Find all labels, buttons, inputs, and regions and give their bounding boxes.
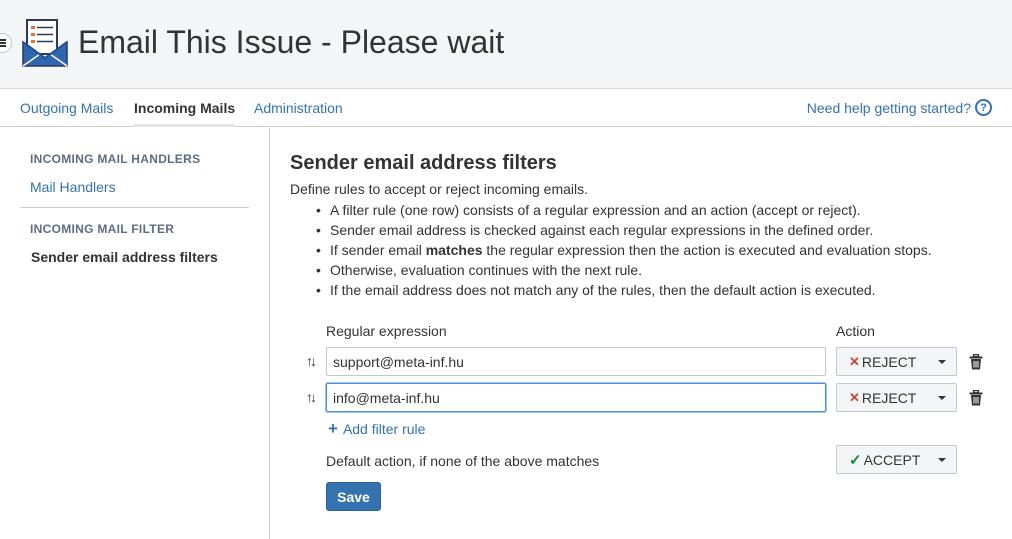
reorder-icon[interactable]: ↑↓ bbox=[302, 389, 318, 405]
column-header-regex: Regular expression bbox=[326, 323, 447, 339]
sidebar-item-mail-handlers[interactable]: Mail Handlers bbox=[30, 179, 116, 195]
sidebar-item-sender-filters[interactable]: Sender email address filters bbox=[31, 249, 218, 265]
default-action-select[interactable]: ✓ ACCEPT bbox=[836, 445, 957, 474]
check-icon: ✓ bbox=[849, 451, 862, 469]
page-title: Email This Issue - Please wait bbox=[78, 24, 505, 60]
sidebar-divider bbox=[20, 207, 249, 208]
default-action-label: Default action, if none of the above mat… bbox=[326, 453, 600, 469]
column-header-action: Action bbox=[836, 323, 875, 339]
question-circle-icon: ? bbox=[975, 99, 992, 116]
regex-input-1[interactable] bbox=[326, 347, 826, 376]
bullet-bold-text: matches bbox=[425, 242, 483, 258]
app-header: Email This Issue - Please wait bbox=[0, 0, 1012, 89]
chevron-down-icon bbox=[938, 458, 946, 462]
action-select-1[interactable]: ✕ REJECT bbox=[836, 347, 957, 376]
help-bullet-list: A filter rule (one row) consists of a re… bbox=[312, 200, 932, 300]
tab-incoming-mails[interactable]: Incoming Mails bbox=[134, 100, 235, 116]
action-select-label: REJECT bbox=[861, 389, 917, 406]
action-select-label: REJECT bbox=[861, 353, 917, 370]
regex-input-2[interactable] bbox=[326, 383, 826, 412]
help-link-label: Need help getting started? bbox=[806, 99, 971, 116]
x-icon: ✕ bbox=[849, 353, 860, 369]
x-icon: ✕ bbox=[849, 389, 860, 405]
add-filter-rule-label: Add filter rule bbox=[342, 421, 426, 437]
plus-icon: + bbox=[328, 419, 338, 438]
tab-administration[interactable]: Administration bbox=[254, 100, 343, 116]
list-item: Sender email address is checked against … bbox=[312, 220, 932, 240]
top-nav: Outgoing Mails Incoming Mails Administra… bbox=[0, 89, 1012, 127]
tab-outgoing-mails[interactable]: Outgoing Mails bbox=[20, 100, 113, 116]
sidebar: INCOMING MAIL HANDLERS Mail Handlers INC… bbox=[0, 128, 270, 539]
list-item: A filter rule (one row) consists of a re… bbox=[312, 200, 932, 220]
chevron-down-icon bbox=[938, 396, 946, 400]
help-link[interactable]: Need help getting started? ? bbox=[807, 99, 992, 116]
sidebar-heading-filter: INCOMING MAIL FILTER bbox=[30, 222, 175, 236]
add-filter-rule-link[interactable]: + Add filter rule bbox=[328, 419, 426, 438]
list-item: Otherwise, evaluation continues with the… bbox=[312, 260, 932, 280]
bullet-text-before: If sender email bbox=[330, 242, 426, 258]
list-item: If the email address does not match any … bbox=[312, 280, 932, 300]
trash-icon[interactable] bbox=[969, 354, 983, 370]
email-checklist-logo-icon bbox=[22, 19, 68, 67]
main-content: Sender email address filters Define rule… bbox=[290, 128, 1012, 539]
bullet-text-after: the regular expression then the action i… bbox=[482, 242, 932, 258]
save-button[interactable]: Save bbox=[326, 482, 381, 511]
chevron-down-icon bbox=[938, 360, 946, 364]
section-description: Define rules to accept or reject incomin… bbox=[290, 181, 589, 197]
default-action-value: ACCEPT bbox=[863, 451, 921, 468]
hamburger-icon[interactable] bbox=[0, 33, 12, 53]
action-select-2[interactable]: ✕ REJECT bbox=[836, 383, 957, 412]
trash-icon[interactable] bbox=[969, 390, 983, 406]
reorder-icon[interactable]: ↑↓ bbox=[302, 353, 318, 369]
active-tab-indicator bbox=[133, 124, 235, 127]
list-item: If sender email matches the regular expr… bbox=[312, 240, 932, 260]
section-title: Sender email address filters bbox=[290, 152, 557, 174]
sidebar-heading-handlers: INCOMING MAIL HANDLERS bbox=[30, 152, 201, 166]
